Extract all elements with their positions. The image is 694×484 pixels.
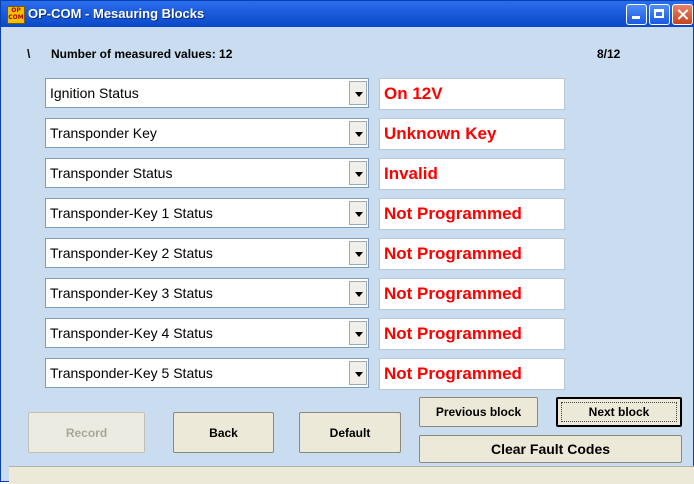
measure-row: Transponder Status Invalid	[1, 158, 694, 190]
measure-select[interactable]: Transponder-Key 3 Status	[45, 278, 369, 308]
chevron-down-icon[interactable]	[349, 241, 367, 265]
measure-value: Not Programmed	[384, 204, 522, 223]
measure-row: Transponder-Key 1 Status Not Programmed	[1, 198, 694, 230]
back-button-label: Back	[209, 425, 238, 440]
maximize-button[interactable]	[649, 4, 670, 25]
measure-name: Transponder-Key 4 Status	[50, 325, 213, 341]
status-bar	[9, 466, 694, 484]
record-button[interactable]: Record	[28, 412, 145, 453]
measure-value: On 12V	[384, 84, 443, 103]
default-button[interactable]: Default	[299, 412, 401, 453]
measure-name: Transponder-Key 2 Status	[50, 245, 213, 261]
measure-name: Transponder Key	[50, 125, 157, 141]
measured-values-count: Number of measured values: 12	[51, 47, 233, 61]
measure-value-box: Invalid	[379, 158, 565, 190]
measure-value-box: Not Programmed	[379, 358, 565, 390]
measure-name: Transponder-Key 1 Status	[50, 205, 213, 221]
measure-select[interactable]: Transponder-Key 2 Status	[45, 238, 369, 268]
measure-select[interactable]: Transponder-Key 1 Status	[45, 198, 369, 228]
previous-block-label: Previous block	[435, 405, 522, 419]
chevron-down-icon[interactable]	[349, 81, 367, 105]
measure-row: Transponder-Key 3 Status Not Programmed	[1, 278, 694, 310]
measure-row: Transponder-Key 4 Status Not Programmed	[1, 318, 694, 350]
chevron-down-icon[interactable]	[349, 201, 367, 225]
measure-select[interactable]: Transponder Key	[45, 118, 369, 148]
measure-row: Transponder-Key 2 Status Not Programmed	[1, 238, 694, 270]
chevron-down-icon[interactable]	[349, 361, 367, 385]
chevron-down-icon[interactable]	[349, 281, 367, 305]
measure-select[interactable]: Transponder Status	[45, 158, 369, 188]
measure-row: Ignition Status On 12V	[1, 78, 694, 110]
next-block-button[interactable]: Next block	[556, 397, 682, 427]
clear-fault-codes-button[interactable]: Clear Fault Codes	[419, 435, 682, 463]
measure-value-box: On 12V	[379, 78, 565, 110]
minimize-button[interactable]	[626, 4, 647, 25]
measure-value-box: Not Programmed	[379, 238, 565, 270]
opcom-app-icon: OP COM	[7, 6, 25, 24]
app-window: OP COM OP-COM - Mesauring Blocks \ Number…	[0, 0, 694, 484]
measure-name: Transponder-Key 3 Status	[50, 285, 213, 301]
chevron-down-icon[interactable]	[349, 161, 367, 185]
measure-value-box: Not Programmed	[379, 318, 565, 350]
measure-value-box: Not Programmed	[379, 198, 565, 230]
measure-select[interactable]: Transponder-Key 4 Status	[45, 318, 369, 348]
measure-value: Not Programmed	[384, 244, 522, 263]
title-bar[interactable]: OP COM OP-COM - Mesauring Blocks	[1, 1, 693, 27]
measure-value: Invalid	[384, 164, 438, 183]
close-button[interactable]	[672, 4, 693, 25]
measure-value-box: Not Programmed	[379, 278, 565, 310]
block-page-indicator: 8/12	[597, 47, 621, 61]
clear-fault-codes-label: Clear Fault Codes	[490, 441, 611, 457]
measure-name: Ignition Status	[50, 85, 139, 101]
chevron-down-icon[interactable]	[349, 121, 367, 145]
measure-value: Not Programmed	[384, 324, 522, 343]
default-button-label: Default	[329, 425, 371, 440]
measure-name: Transponder Status	[50, 165, 173, 181]
record-button-label: Record	[65, 425, 108, 440]
measure-value: Unknown Key	[384, 124, 497, 143]
measure-select[interactable]: Transponder-Key 5 Status	[45, 358, 369, 388]
window-title: OP-COM - Mesauring Blocks	[28, 6, 205, 21]
back-button[interactable]: Back	[173, 412, 274, 453]
measure-row: Transponder Key Unknown Key	[1, 118, 694, 150]
activity-marker: \	[27, 47, 31, 61]
measure-name: Transponder-Key 5 Status	[50, 365, 213, 381]
measure-value: Not Programmed	[384, 284, 522, 303]
next-block-label: Next block	[588, 405, 650, 419]
measure-select[interactable]: Ignition Status	[45, 78, 369, 108]
measure-row: Transponder-Key 5 Status Not Programmed	[1, 358, 694, 390]
chevron-down-icon[interactable]	[349, 321, 367, 345]
measure-value-box: Unknown Key	[379, 118, 565, 150]
measure-value: Not Programmed	[384, 364, 522, 383]
previous-block-button[interactable]: Previous block	[419, 397, 538, 427]
